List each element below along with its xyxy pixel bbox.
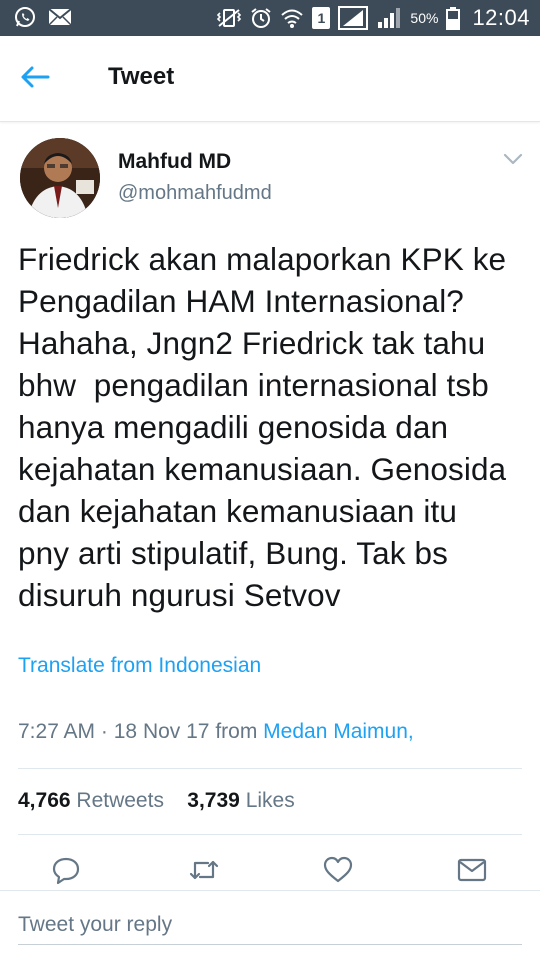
retweets-label: Retweets [76,789,164,812]
back-arrow-icon [20,65,50,94]
avatar[interactable] [20,138,100,218]
tweet-stats: 4,766 Retweets 3,739 Likes [18,789,295,813]
likes-count: 3,739 [187,789,240,812]
translate-link[interactable]: Translate from Indonesian [18,654,261,678]
battery-icon [446,6,461,30]
retweet-icon [188,856,220,889]
retweets-count: 4,766 [18,789,71,812]
retweets-stat[interactable]: 4,766 Retweets [18,789,164,812]
like-button[interactable] [322,856,354,888]
likes-label: Likes [245,789,295,812]
page-title: Tweet [108,63,175,90]
like-icon [323,856,353,889]
signal-icon [338,6,369,30]
divider [18,834,522,835]
divider [18,768,522,769]
battery-percent: 50% [410,10,439,26]
likes-stat[interactable]: 3,739 Likes [187,789,294,812]
meta-separator: · [100,720,108,743]
author-name[interactable]: Mahfud MD [118,150,231,174]
vibrate-icon [216,7,242,29]
wifi-icon [280,7,304,29]
tweet-options-button[interactable] [502,152,524,168]
signal-2-icon [376,6,402,30]
reply-bar [0,890,540,960]
chevron-down-icon [502,153,524,170]
back-button[interactable] [20,62,64,96]
status-bar: 1 50% 12:04 [0,0,540,36]
direct-message-button[interactable] [456,856,488,888]
clock: 12:04 [472,5,530,30]
retweet-button[interactable] [188,856,220,888]
sim-icon: 1 [312,7,331,29]
tweet-actions [0,852,540,892]
alarm-icon [250,7,272,29]
tweet-time: 7:27 AM [18,720,96,743]
mail-icon [48,7,72,27]
tweet-meta: 7:27 AM · 18 Nov 17 from Medan Maimun, [18,720,414,744]
tweet-date: 18 Nov 17 [113,720,210,743]
app-header: Tweet [0,36,540,122]
avatar-image [20,138,100,218]
from-label: from [215,720,258,743]
tweet-text: Friedrick akan malaporkan KPK ke Pengadi… [18,241,507,613]
author-handle[interactable]: @mohmahfudmd [118,182,272,205]
reply-button[interactable] [50,856,82,888]
reply-input[interactable] [18,911,522,945]
reply-icon [51,855,81,890]
message-icon [457,857,487,888]
whatsapp-icon [14,6,36,28]
tweet-location-link[interactable]: Medan Maimun, [263,720,414,743]
